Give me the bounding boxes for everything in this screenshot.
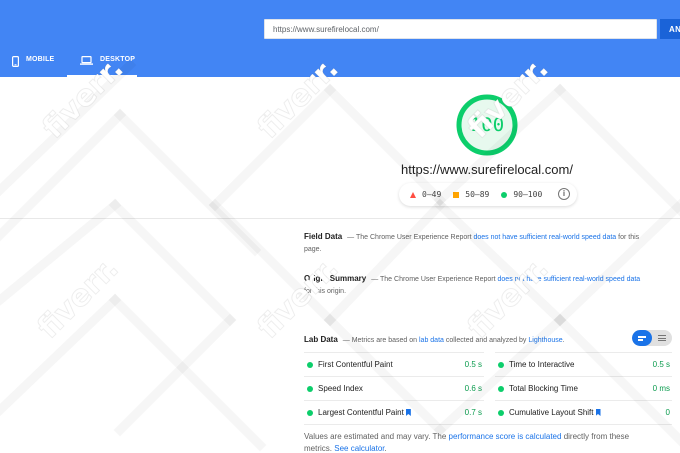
pass-dot-icon [307,386,313,392]
tab-mobile-label: MOBILE [26,56,55,63]
metric-name-wrap: Cumulative Layout Shift [509,408,601,417]
origin-summary-text: The Chrome User Experience Report [380,276,498,283]
lighthouse-link[interactable]: Lighthouse [528,337,562,344]
pass-dot-icon [498,386,504,392]
laptop-icon [80,56,93,67]
field-data-dash: — [345,234,356,241]
legend-item-average: 50–89 [453,190,489,199]
triangle-icon [410,191,416,198]
score-legend: 0–49 50–89 90–100 [399,183,577,206]
pass-dot-icon [307,410,313,416]
info-icon[interactable]: i [558,188,570,200]
metric-total-blocking-time: Total Blocking Time 0 ms [495,376,672,400]
circle-icon [501,191,508,198]
score-value: 100 [469,114,505,136]
origin-summary-dash: — [369,276,381,283]
metric-value: 0 ms [652,384,670,393]
lab-data-title: Lab Data [304,335,338,344]
metric-value: 0.7 s [464,408,482,417]
metric-name: Time to Interactive [509,360,575,369]
metric-value: 0.5 s [652,360,670,369]
field-data-section: Field Data — The Chrome User Experience … [304,231,644,256]
metric-speed-index: Speed Index 0.6 s [304,376,484,400]
lab-data-dash: — [340,337,352,344]
lab-data-text: Metrics are based on [351,337,419,344]
metrics-divider [304,424,672,425]
svg-text:fiverr.: fiverr. [31,251,126,346]
estimate-footnote: Values are estimated and may vary. The p… [304,431,654,453]
tab-desktop[interactable]: DESKTOP [80,56,135,77]
metric-name: Largest Contentful Paint [318,408,404,417]
calculator-link[interactable]: See calculator [334,444,384,453]
lab-data-text-end: . [562,337,565,344]
metric-name-wrap: Largest Contentful Paint [318,408,411,417]
bookmark-icon [595,409,601,416]
legend-label-fail: 0–49 [422,190,442,199]
app-header: https://www.surefirelocal.com/ ANA MOBIL… [0,0,680,77]
metric-value: 0.6 s [464,384,482,393]
origin-summary-text-end: for this origin. [304,288,347,295]
footnote-text-end: . [384,444,387,453]
url-input[interactable]: https://www.surefirelocal.com/ [264,19,657,39]
origin-summary-section: Origin Summary — The Chrome User Experie… [304,273,644,298]
tab-mobile[interactable]: MOBILE [12,56,54,77]
metric-time-to-interactive: Time to Interactive 0.5 s [495,352,672,376]
bookmark-icon [405,409,411,416]
metric-value: 0.5 s [464,360,482,369]
field-data-link[interactable]: does not have sufficient real-world spee… [474,234,617,241]
metrics-view-toggle[interactable] [632,330,672,346]
tested-url: https://www.surefirelocal.com/ [401,162,573,177]
lab-data-text-mid: collected and analyzed by [443,337,529,344]
smartphone-icon [12,56,20,69]
footnote-text: Values are estimated and may vary. The [304,432,449,441]
metric-largest-contentful-paint: Largest Contentful Paint 0.7 s [304,400,484,424]
metric-name: First Contentful Paint [318,360,393,369]
active-tab-indicator [67,75,137,77]
metric-cumulative-layout-shift: Cumulative Layout Shift 0 [495,400,672,424]
legend-item-pass: 90–100 [501,190,542,199]
metric-first-contentful-paint: First Contentful Paint 0.5 s [304,352,484,376]
legend-item-fail: 0–49 [410,190,441,199]
metric-value: 0 [665,408,670,417]
pass-dot-icon [307,362,313,368]
field-data-text: The Chrome User Experience Report [356,234,474,241]
svg-text:fiverr.: fiverr. [251,251,346,346]
pass-dot-icon [498,362,504,368]
origin-summary-link[interactable]: does not have sufficient real-world spee… [498,276,641,283]
tab-desktop-label: DESKTOP [100,56,136,63]
metric-name: Speed Index [318,384,363,393]
metric-name: Cumulative Layout Shift [509,408,594,417]
analyze-button[interactable]: ANA [660,19,680,39]
compact-view-icon[interactable] [632,330,652,346]
svg-text:fiverr.: fiverr. [461,251,556,346]
legend-label-pass: 90–100 [513,190,543,199]
lab-data-link[interactable]: lab data [419,337,444,344]
field-data-title: Field Data [304,232,343,241]
section-divider [0,218,680,219]
origin-summary-title: Origin Summary [304,274,367,283]
metric-name: Total Blocking Time [509,384,578,393]
performance-score-link[interactable]: performance score is calculated [449,432,562,441]
square-icon [453,191,460,198]
lab-data-section: Lab Data — Metrics are based on lab data… [304,334,644,347]
pass-dot-icon [498,410,504,416]
legend-label-average: 50–89 [465,190,490,199]
